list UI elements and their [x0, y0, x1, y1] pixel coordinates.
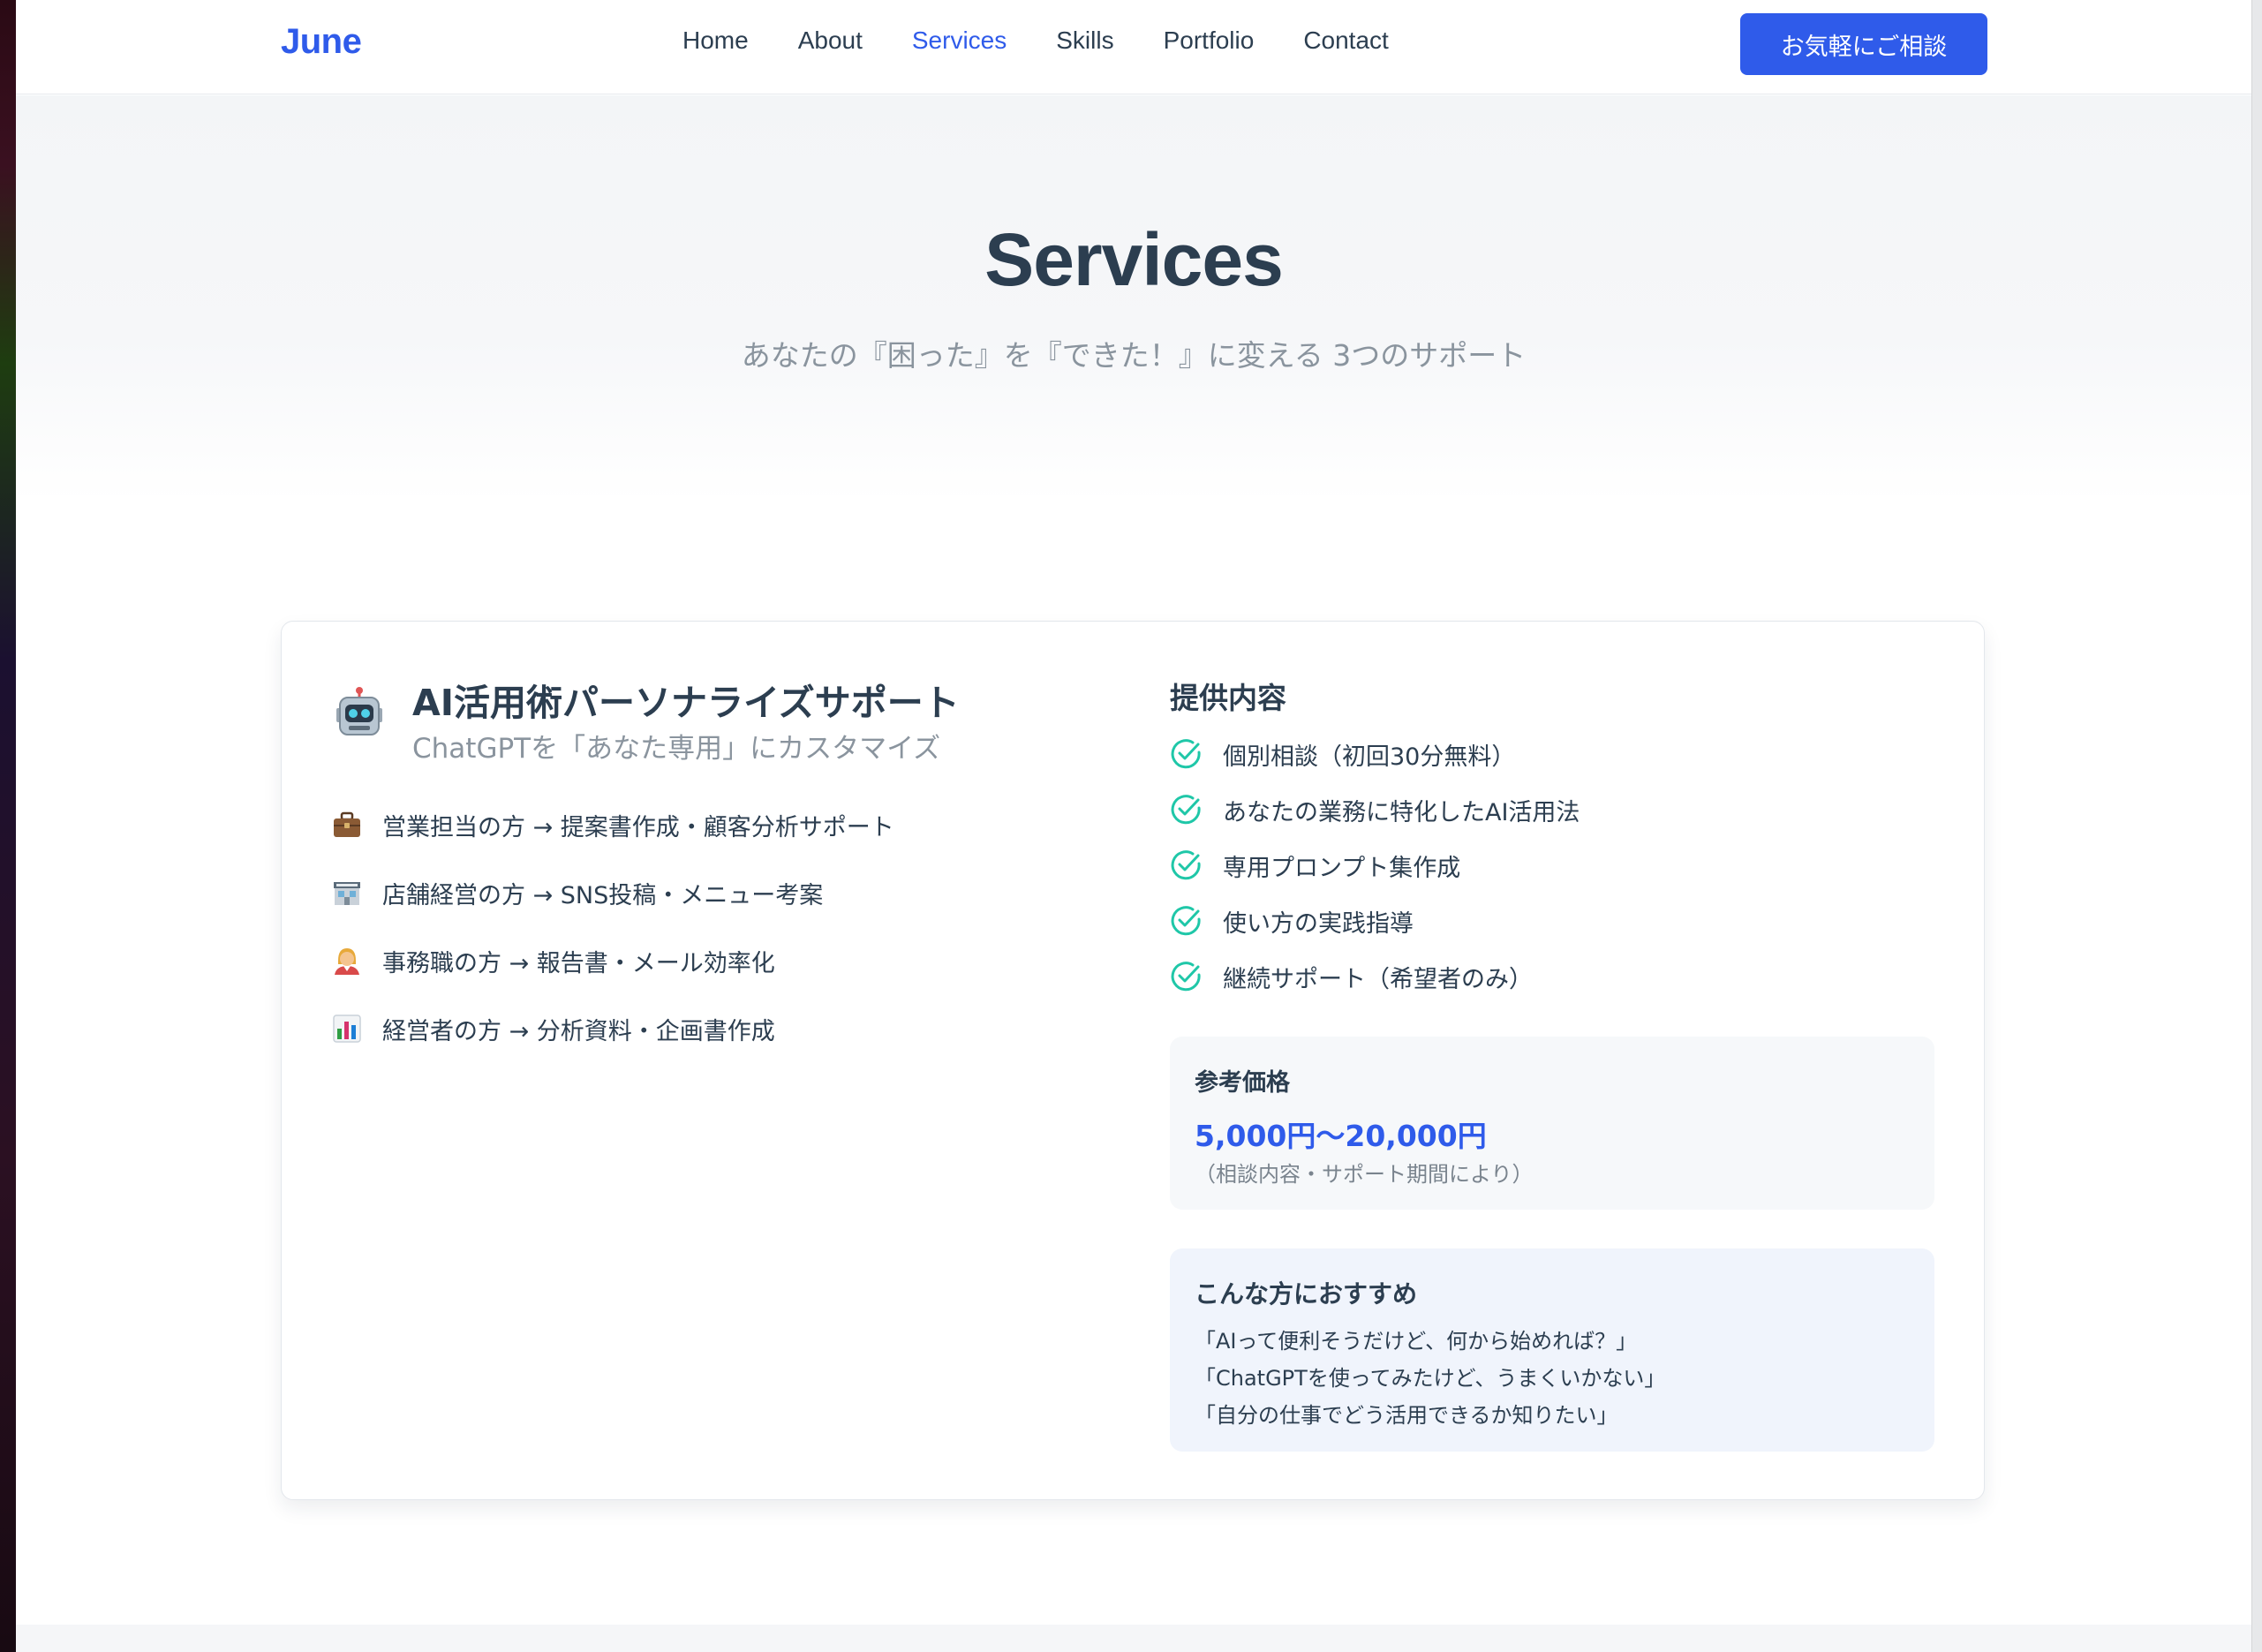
- offer-text: あなたの業務に特化したAI活用法: [1223, 798, 1580, 826]
- scrollbar[interactable]: [2251, 0, 2262, 1652]
- nav-services[interactable]: Services: [912, 26, 1007, 55]
- nav-contact[interactable]: Contact: [1303, 26, 1389, 55]
- offer-list: 個別相談（初回30分無料） あなたの業務に特化したAI活用法 専用プロンプト集作…: [1170, 736, 1580, 1015]
- page-title: Services: [984, 218, 1284, 301]
- check-circle-icon: [1171, 962, 1201, 992]
- list-item: 店舗経営の方 → SNS投稿・メニュー考案: [331, 875, 894, 910]
- service-card: AI活用術パーソナライズサポート ChatGPTを「あなた専用」にカスタマイズ …: [281, 621, 1985, 1500]
- price-box: 参考価格 5,000円〜20,000円 （相談内容・サポート期間により）: [1170, 1037, 1934, 1210]
- robot-icon: [336, 687, 382, 735]
- list-item: 個別相談（初回30分無料）: [1170, 736, 1580, 772]
- list-item: 専用プロンプト集作成: [1170, 848, 1580, 883]
- list-item: 事務職の方 → 報告書・メール効率化: [331, 943, 894, 978]
- page-subtitle: あなたの『困った』を『できた！』に変える 3つのサポート: [741, 338, 1527, 373]
- check-circle-icon: [1171, 906, 1201, 936]
- offer-text: 継続サポート（希望者のみ）: [1223, 965, 1533, 993]
- service-subtitle: ChatGPTを「あなた専用」にカスタマイズ: [412, 733, 941, 765]
- offer-text: 個別相談（初回30分無料）: [1223, 743, 1516, 771]
- nav-home[interactable]: Home: [682, 26, 749, 55]
- list-item: 営業担当の方 → 提案書作成・顧客分析サポート: [331, 807, 894, 842]
- list-item: 使い方の実践指導: [1170, 903, 1580, 939]
- site-logo[interactable]: June: [281, 22, 362, 62]
- target-text: 営業担当の方 → 提案書作成・顧客分析サポート: [382, 813, 894, 841]
- target-text: 経営者の方 → 分析資料・企画書作成: [382, 1017, 775, 1045]
- store-icon: [334, 882, 360, 905]
- list-item: あなたの業務に特化したAI活用法: [1170, 792, 1580, 827]
- list-item: 経営者の方 → 分析資料・企画書作成: [331, 1011, 894, 1046]
- nav-skills[interactable]: Skills: [1056, 26, 1113, 55]
- check-circle-icon: [1171, 850, 1201, 880]
- desktop-background-strip: [0, 0, 16, 1652]
- briefcase-icon: [334, 811, 360, 837]
- service-title: AI活用術パーソナライズサポート: [412, 682, 960, 724]
- recommend-line: 「AIって便利そうだけど、何から始めれば？」: [1195, 1329, 1638, 1354]
- next-section-edge: [16, 1625, 2251, 1652]
- recommend-label: こんな方におすすめ: [1195, 1279, 1418, 1309]
- target-text: 店舗経営の方 → SNS投稿・メニュー考案: [382, 881, 824, 909]
- offer-text: 使い方の実践指導: [1223, 909, 1414, 938]
- main-nav: Home About Services Skills Portfolio Con…: [682, 26, 1438, 55]
- office-worker-icon: [335, 948, 359, 975]
- recommend-line: 「ChatGPTを使ってみたけど、うまくいかない」: [1195, 1366, 1666, 1391]
- page: June Home About Services Skills Portfoli…: [16, 0, 2251, 1652]
- target-text: 事務職の方 → 報告書・メール効率化: [382, 949, 775, 977]
- offer-heading: 提供内容: [1170, 681, 1286, 715]
- recommend-box: こんな方におすすめ 「AIって便利そうだけど、何から始めれば？」 「ChatGP…: [1170, 1248, 1934, 1452]
- check-circle-icon: [1171, 739, 1201, 769]
- offer-text: 専用プロンプト集作成: [1223, 854, 1461, 882]
- hero-section: Services あなたの『困った』を『できた！』に変える 3つのサポート: [16, 95, 2251, 502]
- recommend-line: 「自分の仕事でどう活用できるか知りたい」: [1195, 1403, 1618, 1428]
- price-label: 参考価格: [1195, 1069, 1290, 1097]
- nav-portfolio[interactable]: Portfolio: [1164, 26, 1255, 55]
- nav-about[interactable]: About: [798, 26, 863, 55]
- bar-chart-icon: [333, 1015, 361, 1043]
- target-list: 営業担当の方 → 提案書作成・顧客分析サポート 店舗経営の方 → SNS投稿・メ…: [331, 807, 894, 1079]
- check-circle-icon: [1171, 795, 1201, 825]
- price-note: （相談内容・サポート期間により）: [1195, 1162, 1534, 1187]
- consult-button[interactable]: お気軽にご相談: [1740, 13, 1987, 75]
- list-item: 継続サポート（希望者のみ）: [1170, 959, 1580, 994]
- price-value: 5,000円〜20,000円: [1195, 1119, 1487, 1153]
- recommend-lines: 「AIって便利そうだけど、何から始めれば？」 「ChatGPTを使ってみたけど、…: [1195, 1323, 1665, 1434]
- site-header: June Home About Services Skills Portfoli…: [16, 0, 2251, 94]
